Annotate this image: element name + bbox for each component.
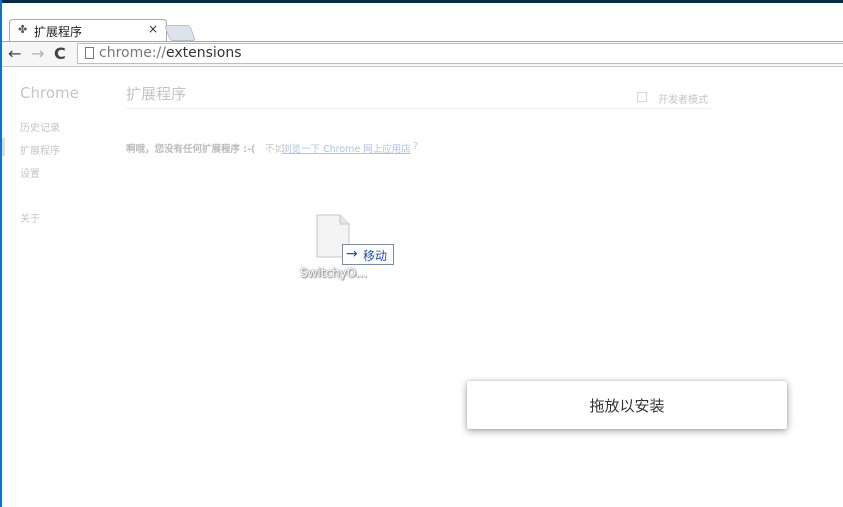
url-text[interactable]: chrome://extensions	[99, 45, 242, 61]
title-divider	[126, 108, 711, 109]
page-icon	[85, 47, 94, 59]
url-scheme: chrome://	[99, 45, 166, 61]
close-icon[interactable]: ×	[148, 22, 158, 36]
developer-mode-label: 开发者模式	[658, 95, 708, 106]
forward-arrow-icon[interactable]: →	[31, 44, 44, 64]
browser-window: ✤ 扩展程序 × ← → C chrome://extensions Chrom…	[0, 0, 843, 507]
drop-to-install-text: 拖放以安装	[589, 397, 665, 415]
developer-mode-checkbox[interactable]	[637, 92, 647, 102]
sidebar-item-extensions[interactable]: 扩展程序	[20, 142, 60, 157]
window-left-border	[0, 0, 2, 507]
empty-suffix: ?	[413, 141, 419, 152]
move-arrow-icon: →	[346, 246, 358, 262]
sidebar-item-about[interactable]: 关于	[20, 210, 40, 225]
new-tab-button[interactable]	[164, 25, 196, 41]
toolbar: ← → C chrome://extensions	[2, 41, 843, 67]
tab-strip: ✤ 扩展程序 ×	[2, 3, 843, 42]
drop-to-install-overlay[interactable]: 拖放以安装	[467, 381, 787, 429]
dragged-file-name: SwitchyO...	[300, 266, 368, 280]
tab-extensions[interactable]: ✤ 扩展程序 ×	[9, 19, 167, 42]
reload-icon[interactable]: C	[54, 44, 66, 64]
sidebar-item-settings[interactable]: 设置	[20, 165, 40, 180]
web-store-link[interactable]: 浏览一下 Chrome 网上应用店	[282, 141, 411, 155]
url-path: extensions	[166, 45, 242, 61]
move-label: 移动	[363, 249, 388, 263]
tab-title: 扩展程序	[34, 25, 83, 39]
back-arrow-icon[interactable]: ←	[8, 44, 21, 64]
empty-message: 啊哦，您没有任何扩展程序 :-(	[126, 144, 256, 155]
sidebar-active-indicator	[2, 138, 5, 156]
address-bar[interactable]: chrome://extensions	[77, 43, 843, 64]
move-tooltip: → 移动	[342, 244, 394, 265]
puzzle-icon: ✤	[18, 23, 28, 36]
extensions-page: Chrome 历史记录 扩展程序 设置 关于 扩展程序 开发者模式 啊哦，您没有…	[2, 67, 843, 507]
sidebar-title: Chrome	[20, 84, 79, 102]
page-title: 扩展程序	[126, 85, 187, 103]
sidebar-item-history[interactable]: 历史记录	[20, 119, 60, 134]
